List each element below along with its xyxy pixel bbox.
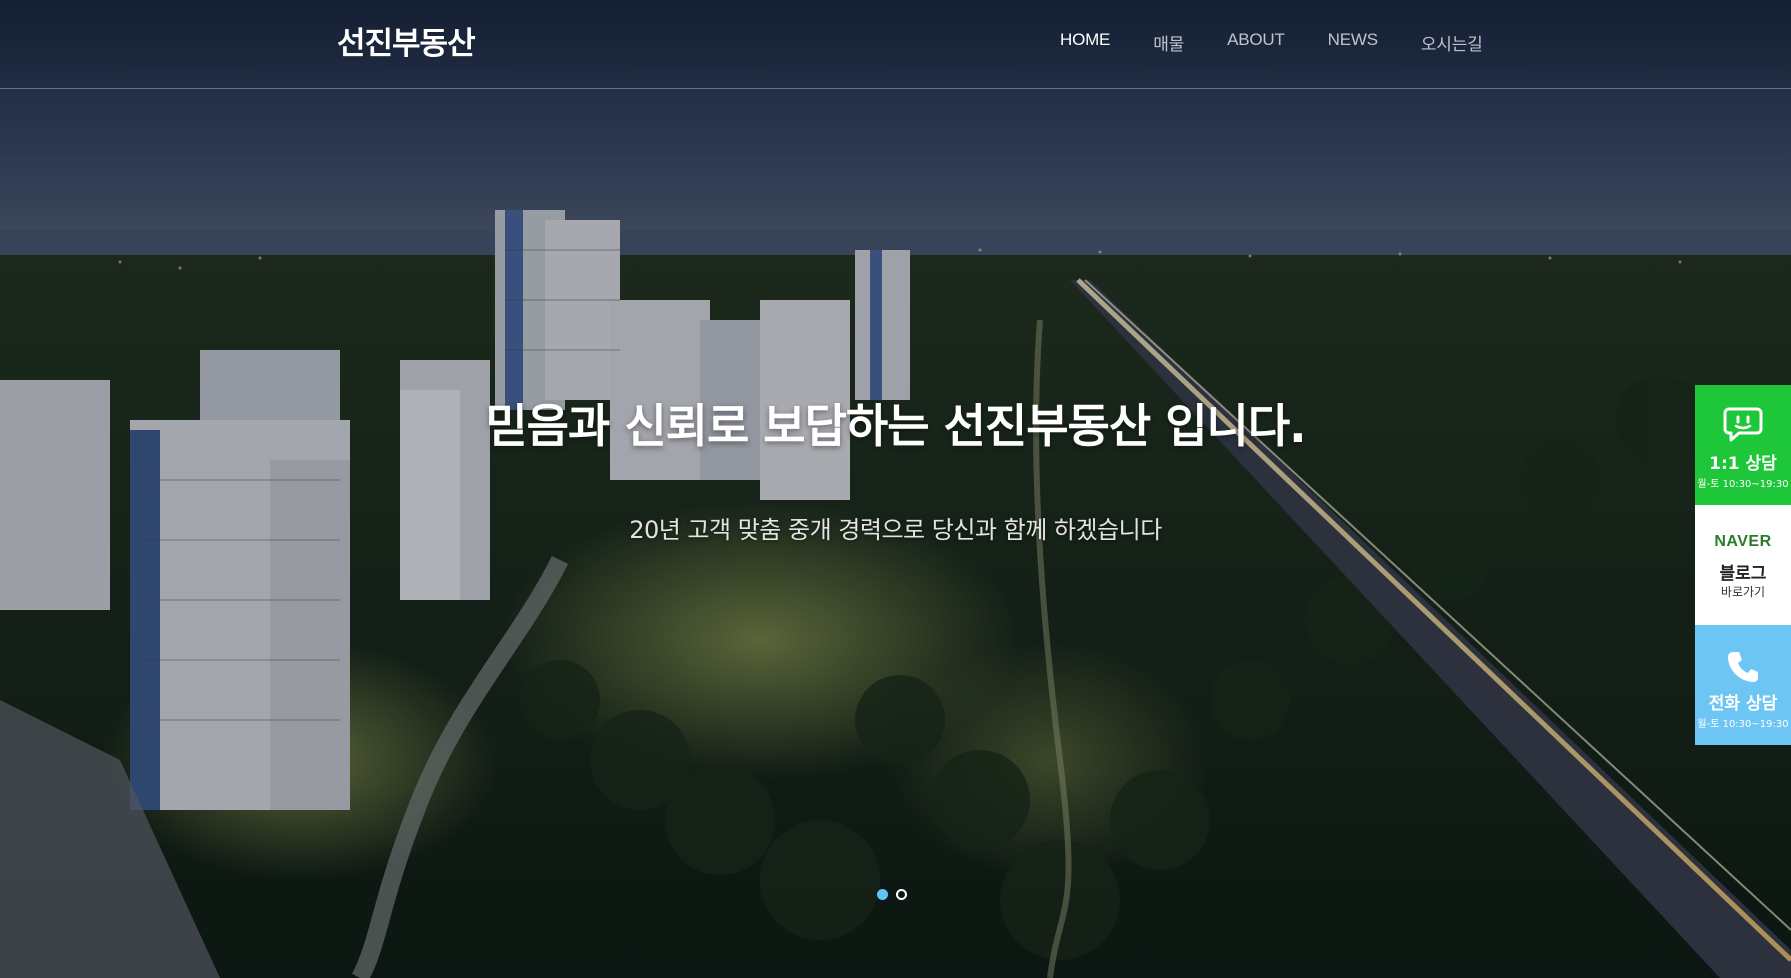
nav-item-about[interactable]: ABOUT xyxy=(1227,30,1285,55)
slider-dot-1[interactable] xyxy=(877,889,888,900)
naver-blog-button[interactable]: NAVER 블로그 바로가기 xyxy=(1695,505,1791,625)
phone-icon xyxy=(1695,649,1791,689)
chat-consult-label: 1:1 상담 xyxy=(1709,454,1777,474)
chat-consult-button[interactable]: 1:1 상담 월-토 10:30~19:30 xyxy=(1695,385,1791,505)
phone-consult-hours: 월-토 10:30~19:30 xyxy=(1697,719,1789,730)
blog-label: 블로그 xyxy=(1719,564,1767,584)
site-logo[interactable]: 선진부동산 xyxy=(337,18,476,63)
nav-item-directions[interactable]: 오시는길 xyxy=(1421,30,1483,55)
naver-logo: NAVER xyxy=(1714,533,1772,550)
nav-item-home[interactable]: HOME xyxy=(1060,30,1110,55)
main-nav: HOME 매물 ABOUT NEWS 오시는길 xyxy=(1060,30,1526,55)
chat-bubble-icon xyxy=(1695,405,1791,447)
slider-pagination xyxy=(877,889,907,900)
quick-menu: 1:1 상담 월-토 10:30~19:30 NAVER 블로그 바로가기 전화… xyxy=(1695,385,1791,745)
hero-headline: 믿음과 신뢰로 보답하는 선진부동산 입니다. xyxy=(485,399,1306,453)
hero-subline: 20년 고객 맞춤 중개 경력으로 당신과 함께 하겠습니다 xyxy=(629,516,1162,544)
site-header: 선진부동산 HOME 매물 ABOUT NEWS 오시는길 xyxy=(0,0,1791,89)
blog-shortcut-label: 바로가기 xyxy=(1720,585,1766,599)
phone-consult-label: 전화 상담 xyxy=(1708,694,1778,714)
nav-item-news[interactable]: NEWS xyxy=(1328,30,1378,55)
chat-consult-hours: 월-토 10:30~19:30 xyxy=(1697,479,1789,490)
slider-dot-2[interactable] xyxy=(896,889,907,900)
nav-item-listings[interactable]: 매물 xyxy=(1153,30,1184,55)
phone-consult-button[interactable]: 전화 상담 월-토 10:30~19:30 xyxy=(1695,625,1791,745)
hero-slider xyxy=(0,0,1791,978)
